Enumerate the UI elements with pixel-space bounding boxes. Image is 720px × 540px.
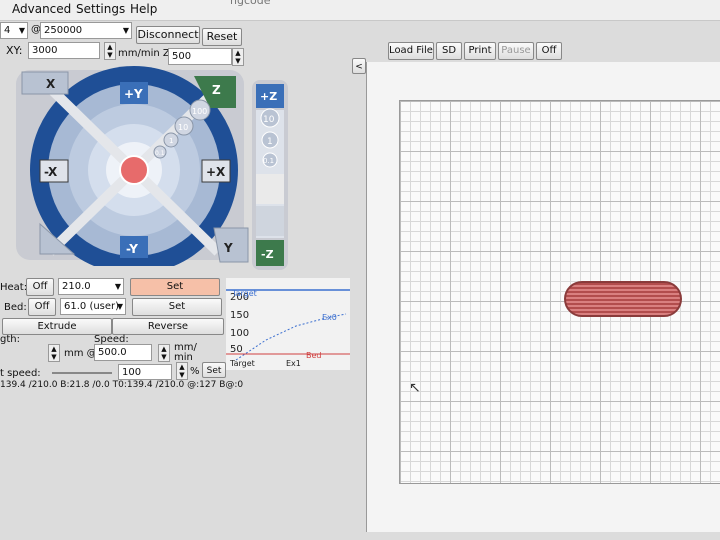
- pause-button[interactable]: Pause: [498, 42, 534, 60]
- print-button[interactable]: Print: [464, 42, 496, 60]
- home-z-label: Z: [212, 83, 221, 97]
- chevron-down-icon: ▼: [116, 302, 123, 311]
- plus-x-label: +X: [206, 165, 226, 179]
- print-speed-stepper[interactable]: ▲ ▼: [176, 362, 188, 380]
- sd-button[interactable]: SD: [436, 42, 462, 60]
- chevron-down-icon: ▼: [122, 26, 129, 35]
- menu-bar: Advanced Settings Help ngcode: [0, 0, 720, 21]
- print-speed-input[interactable]: 100: [118, 364, 172, 380]
- xy-feed-input[interactable]: 3000: [28, 42, 100, 59]
- heat-temp-select[interactable]: 210.0 ▼: [58, 278, 124, 295]
- chevron-down-icon: ▼: [18, 26, 25, 35]
- menu-advanced[interactable]: Advanced: [12, 2, 71, 16]
- z-feed-input[interactable]: 500: [168, 48, 232, 65]
- reverse-button[interactable]: Reverse: [112, 318, 224, 335]
- step-01-label: 0.1: [155, 150, 165, 157]
- step-10-label: 10: [178, 123, 188, 132]
- step-1-label: 1: [169, 137, 173, 145]
- mouse-cursor-icon: ↖: [409, 380, 421, 396]
- plus-y-label: +Y: [124, 87, 143, 101]
- jog-control: X Z Y +Y -Y -X +X 100 10 1 0.1: [16, 66, 249, 266]
- print-speed-label: t speed:: [0, 368, 41, 379]
- print-speed-slider[interactable]: [52, 372, 112, 374]
- temperature-graph: 200 150 100 50 Target Ex0 Bed Target Ex1: [226, 278, 350, 370]
- chevron-down-icon: ▼: [114, 282, 121, 291]
- bed-temp-select[interactable]: 61.0 (user) ▼: [60, 298, 126, 315]
- menu-help[interactable]: Help: [130, 2, 157, 16]
- print-speed-set-button[interactable]: Set: [202, 362, 226, 378]
- menu-settings[interactable]: Settings: [76, 2, 125, 16]
- heat-label: Heat:: [0, 282, 28, 293]
- percent-label: %: [190, 366, 200, 377]
- home-x-label: X: [46, 77, 56, 91]
- xy-feed-label: XY:: [6, 44, 23, 57]
- extrude-speed-input[interactable]: 500.0: [94, 344, 152, 361]
- ex1-label: Ex1: [286, 359, 301, 368]
- heat-set-button[interactable]: Set: [130, 278, 220, 296]
- length-label: gth:: [0, 334, 20, 345]
- y-tick-100: 100: [230, 328, 249, 339]
- port-select[interactable]: 4 ▼: [0, 22, 28, 39]
- minus-x-label: -X: [44, 165, 58, 179]
- y-tick-50: 50: [230, 344, 243, 355]
- length-stepper[interactable]: ▲ ▼: [48, 344, 60, 362]
- model-object[interactable]: [564, 281, 682, 317]
- bed-label-graph: Bed: [306, 351, 322, 360]
- disconnect-button[interactable]: Disconnect: [136, 26, 200, 44]
- target-label-bottom: Target: [229, 359, 255, 368]
- step-100-label: 100: [192, 107, 207, 116]
- bed-off-button[interactable]: Off: [28, 298, 56, 316]
- home-x-button[interactable]: [21, 71, 69, 95]
- minus-y-label: -Y: [126, 242, 138, 256]
- center-home-button[interactable]: [119, 155, 149, 185]
- heat-off-button[interactable]: Off: [26, 278, 54, 296]
- z-step-1-label: 1: [267, 137, 273, 147]
- z-step-10-label: 10: [263, 115, 275, 125]
- z-minus-label: -Z: [261, 248, 274, 261]
- baud-select[interactable]: 250000 ▼: [40, 22, 132, 39]
- z-feed-stepper[interactable]: ▲ ▼: [232, 48, 244, 66]
- ex0-label: Ex0: [322, 313, 337, 322]
- reset-button[interactable]: Reset: [202, 28, 242, 46]
- bed-label: Bed:: [4, 302, 27, 313]
- print-bed-grid: [399, 100, 720, 484]
- y-tick-150: 150: [230, 310, 249, 321]
- feed-unit-label: mm/min Z:: [118, 48, 174, 59]
- target-label-top: Target: [231, 289, 257, 298]
- load-file-button[interactable]: Load File: [388, 42, 434, 60]
- z-step-01-label: 0.1: [263, 157, 274, 165]
- temperature-status-line: 139.4 /210.0 B:21.8 /0.0 T0:139.4 /210.0…: [0, 380, 244, 390]
- extrude-speed-stepper[interactable]: ▲ ▼: [158, 344, 170, 362]
- collapse-button[interactable]: <: [352, 58, 366, 74]
- off-button[interactable]: Off: [536, 42, 562, 60]
- extrude-button[interactable]: Extrude: [2, 318, 112, 335]
- z-control: +Z -Z 10 1 0.1: [252, 80, 288, 270]
- window-title: ngcode: [230, 0, 271, 7]
- xy-feed-stepper[interactable]: ▲ ▼: [104, 42, 116, 60]
- mm-at-label: mm @: [64, 348, 97, 359]
- print-bed-view[interactable]: ↖: [366, 62, 720, 532]
- z-plus-label: +Z: [260, 90, 277, 103]
- bed-set-button[interactable]: Set: [132, 298, 222, 316]
- home-y-label: Y: [223, 241, 233, 255]
